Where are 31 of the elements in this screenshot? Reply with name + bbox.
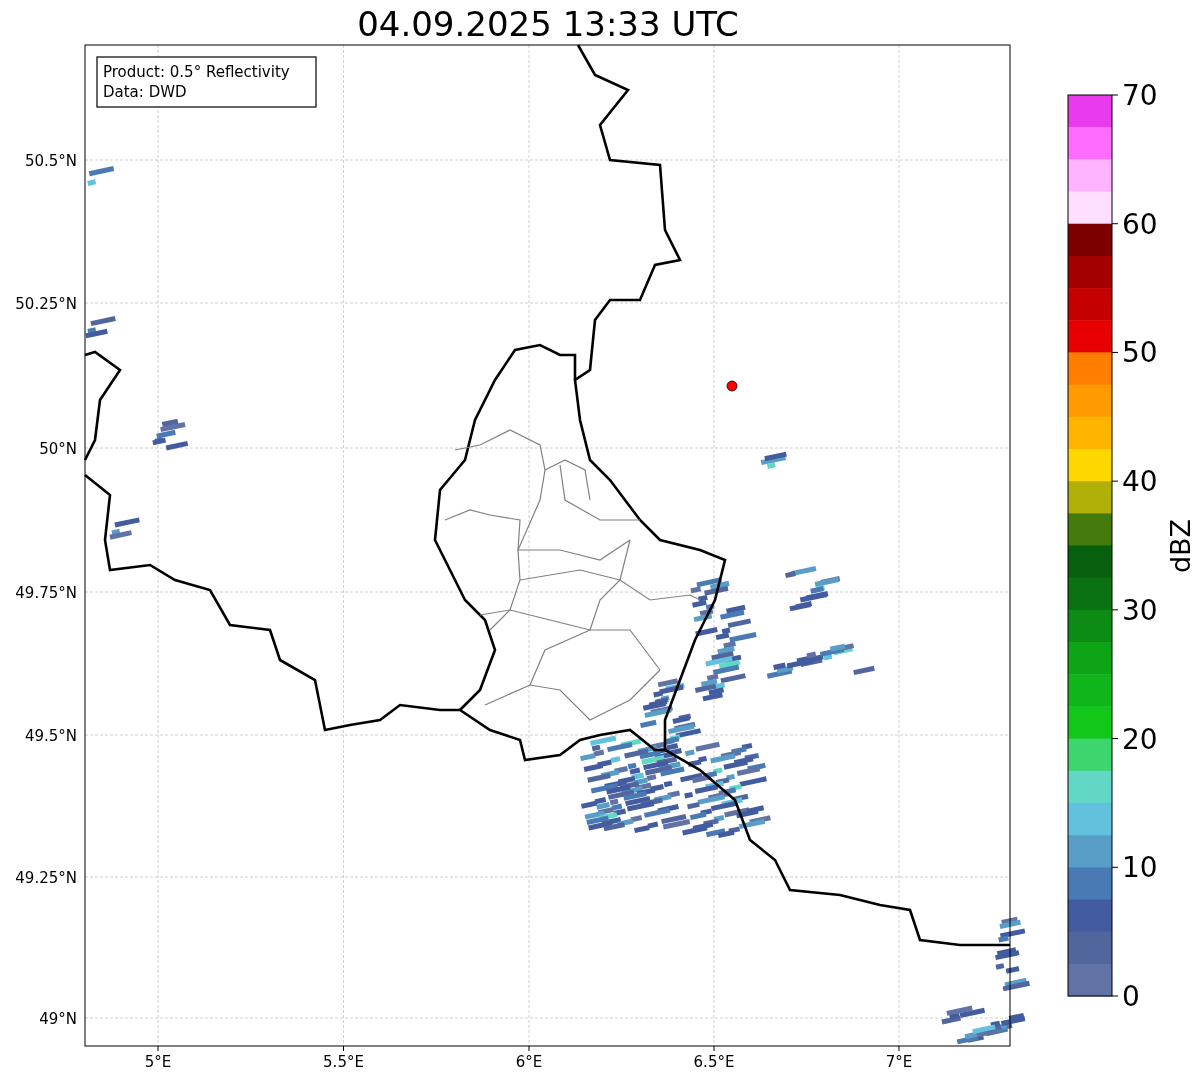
- radar-echo: [85, 316, 116, 339]
- radar-echo: [785, 566, 841, 612]
- radar-site-marker: [726, 380, 738, 392]
- y-tick-label: 49°N: [39, 1010, 77, 1028]
- y-tick-label: 49.25°N: [15, 869, 77, 887]
- colorbar-label: dBZ: [1165, 518, 1196, 574]
- x-tick-label: 5.5°E: [323, 1053, 364, 1071]
- chart-title: 04.09.2025 13:33 UTC: [357, 4, 739, 44]
- radar-echo: [152, 418, 189, 451]
- colorbar-tick-label: 20: [1122, 722, 1158, 756]
- info-text: Data: DWD: [103, 83, 187, 101]
- y-tick-label: 49.5°N: [24, 727, 77, 745]
- x-tick-label: 6.5°E: [693, 1053, 735, 1071]
- y-tick-label: 50°N: [39, 440, 77, 458]
- x-tick-label: 6°E: [515, 1053, 543, 1071]
- radar-echo: [760, 451, 787, 469]
- radar-echo: [87, 166, 115, 186]
- info-text: Product: 0.5° Reflectivity: [103, 63, 290, 81]
- x-tick-label: 5°E: [144, 1053, 172, 1071]
- colorbar-tick-label: 10: [1122, 851, 1158, 885]
- colorbar-tick-label: 50: [1122, 336, 1158, 370]
- colorbar-tick-label: 0: [1122, 980, 1140, 1013]
- colorbar-tick-label: 70: [1122, 79, 1158, 112]
- colorbar-tick-label: 30: [1122, 593, 1158, 627]
- radar-echo: [109, 517, 140, 540]
- colorbar-tick-label: 60: [1122, 207, 1158, 241]
- y-tick-label: 49.75°N: [15, 584, 77, 602]
- y-tick-label: 50.25°N: [15, 295, 77, 313]
- colorbar-tick-label: 40: [1122, 465, 1158, 499]
- y-tick-label: 50.5°N: [24, 152, 77, 170]
- x-tick-label: 7°E: [885, 1053, 913, 1071]
